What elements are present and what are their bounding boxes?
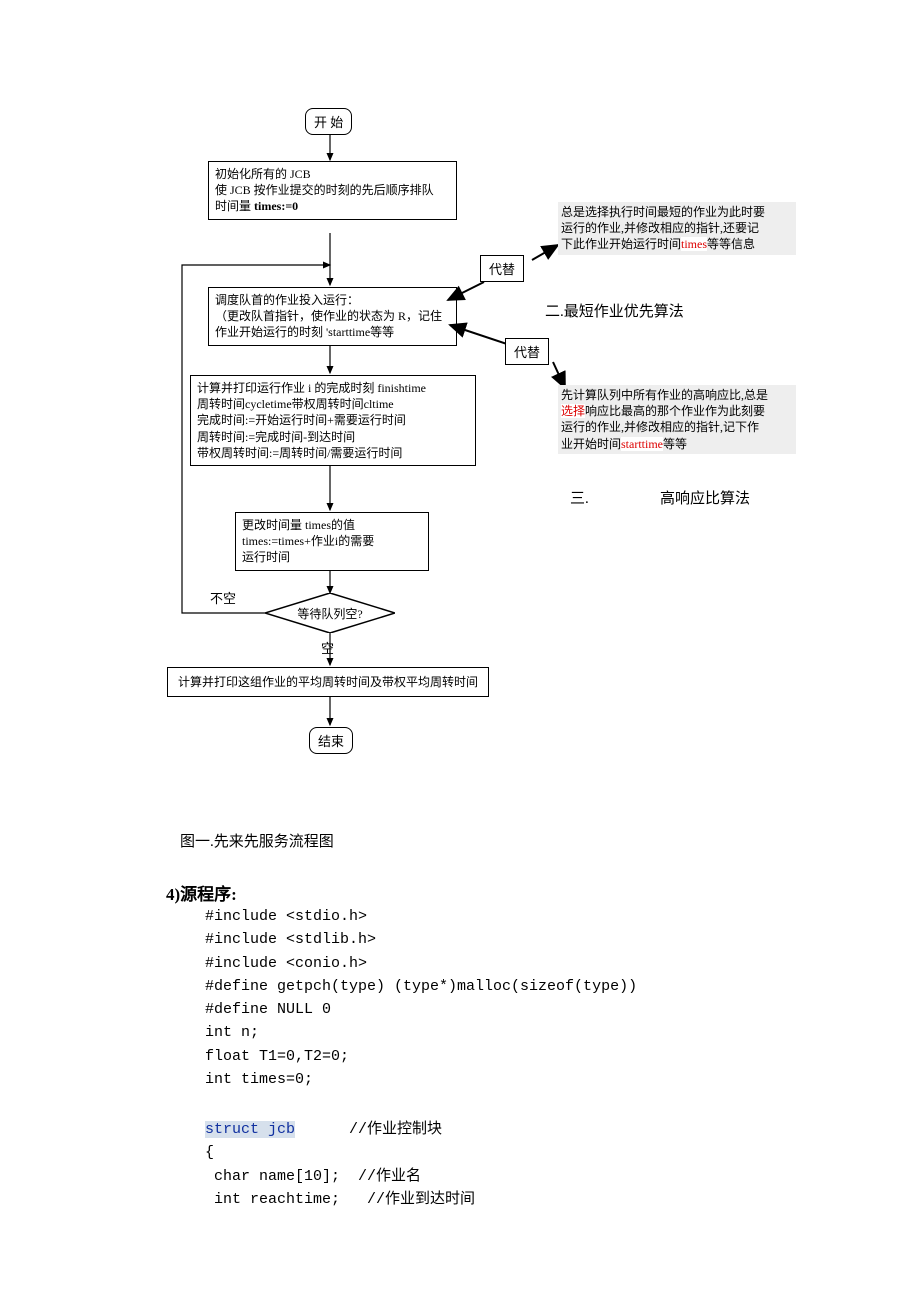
update-line2: times:=times+作业i的需要 [242,533,422,549]
node-init: 初始化所有的 JCB 使 JCB 按作业提交的时刻的先后顺序排队 时间量 tim… [208,161,457,220]
code-keyword: struct jcb [205,1121,295,1138]
code-l7: float T1=0,T2=0; [205,1048,349,1065]
code-l3: #include <conio.h> [205,955,367,972]
update-line3: 运行时间 [242,549,422,565]
annot2-line4: 业开始时间starttime等等 [561,436,793,452]
node-calc: 计算并打印运行作业 i 的完成时刻 finishtime 周转时间cycleti… [190,375,476,466]
node-end: 结束 [309,727,353,754]
code-l6: int n; [205,1024,259,1041]
decision-no-label: 不空 [210,588,236,607]
title-hrrn: 高响应比算法 [660,487,750,508]
node-decision: 等待队列空? [265,593,395,633]
annot2-line2: 选择响应比最高的那个作业作为此刻要 [561,403,793,419]
section-header-source: 4)源程序: [166,880,237,905]
replace-box-2: 代替 [505,338,549,365]
annotation-hrrn: 先计算队列中所有作业的高响应比,总是 选择响应比最高的那个作业作为此刻要 运行的… [558,385,796,454]
annot1-line1: 总是选择执行时间最短的作业为此时要 [561,204,793,220]
annot1-line3: 下此作业开始运行时间times等等信息 [561,236,793,252]
annot2-line1: 先计算队列中所有作业的高响应比,总是 [561,387,793,403]
update-line1: 更改时间量 times的值 [242,517,422,533]
dispatch-line1: 调度队首的作业投入运行： [215,292,450,308]
calc-line2: 周转时间cycletime带权周转时间cltime [197,396,469,412]
code-l10b: //作业控制块 [295,1121,442,1138]
code-l1: #include <stdio.h> [205,908,367,925]
code-l5: #define NULL 0 [205,1001,331,1018]
annot1-line2: 运行的作业,并修改相应的指针,还要记 [561,220,793,236]
node-final: 计算并打印这组作业的平均周转时间及带权平均周转时间 [167,667,489,697]
replace-box-1: 代替 [480,255,524,282]
annot2-line3: 运行的作业,并修改相应的指针,记下作 [561,419,793,435]
node-start: 开 始 [305,108,352,135]
node-update: 更改时间量 times的值 times:=times+作业i的需要 运行时间 [235,512,429,571]
dispatch-line3: 作业开始运行的时刻 'starttime等等 [215,324,450,340]
calc-line1: 计算并打印运行作业 i 的完成时刻 finishtime [197,380,469,396]
code-block-1: #include <stdio.h> #include <stdlib.h> #… [205,905,637,1091]
flowchart: 开 始 初始化所有的 JCB 使 JCB 按作业提交的时刻的先后顺序排队 时间量… [160,105,500,765]
code-block-2: struct jcb //作业控制块 { char name[10]; //作业… [205,1118,475,1211]
dispatch-line2: （更改队首指针，使作业的状态为 R，记住 [215,308,450,324]
calc-line4: 周转时间:=完成时间-到达时间 [197,429,469,445]
code-l4: #define getpch(type) (type*)malloc(sizeo… [205,978,637,995]
init-line3: 时间量 times:=0 [215,198,450,214]
title-sjf: 二.最短作业优先算法 [545,300,684,321]
calc-line3: 完成时间:=开始运行时间+需要运行时间 [197,412,469,428]
code-l12: char name[10]; //作业名 [205,1168,421,1185]
node-dispatch: 调度队首的作业投入运行： （更改队首指针，使作业的状态为 R，记住 作业开始运行… [208,287,457,346]
init-line1: 初始化所有的 JCB [215,166,450,182]
code-l11: { [205,1144,214,1161]
decision-label: 等待队列空? [265,605,395,622]
code-l8: int times=0; [205,1071,313,1088]
page-root: 开 始 初始化所有的 JCB 使 JCB 按作业提交的时刻的先后顺序排队 时间量… [0,0,920,1302]
title-hrrn-num: 三. [570,487,589,508]
code-l2: #include <stdlib.h> [205,931,376,948]
figure-caption: 图一.先来先服务流程图 [180,830,334,851]
init-line2: 使 JCB 按作业提交的时刻的先后顺序排队 [215,182,450,198]
calc-line5: 带权周转时间:=周转时间/需要运行时间 [197,445,469,461]
annotation-sjf: 总是选择执行时间最短的作业为此时要 运行的作业,并修改相应的指针,还要记 下此作… [558,202,796,255]
decision-yes-label: 空 [321,638,334,657]
code-l13: int reachtime; //作业到达时间 [205,1191,475,1208]
